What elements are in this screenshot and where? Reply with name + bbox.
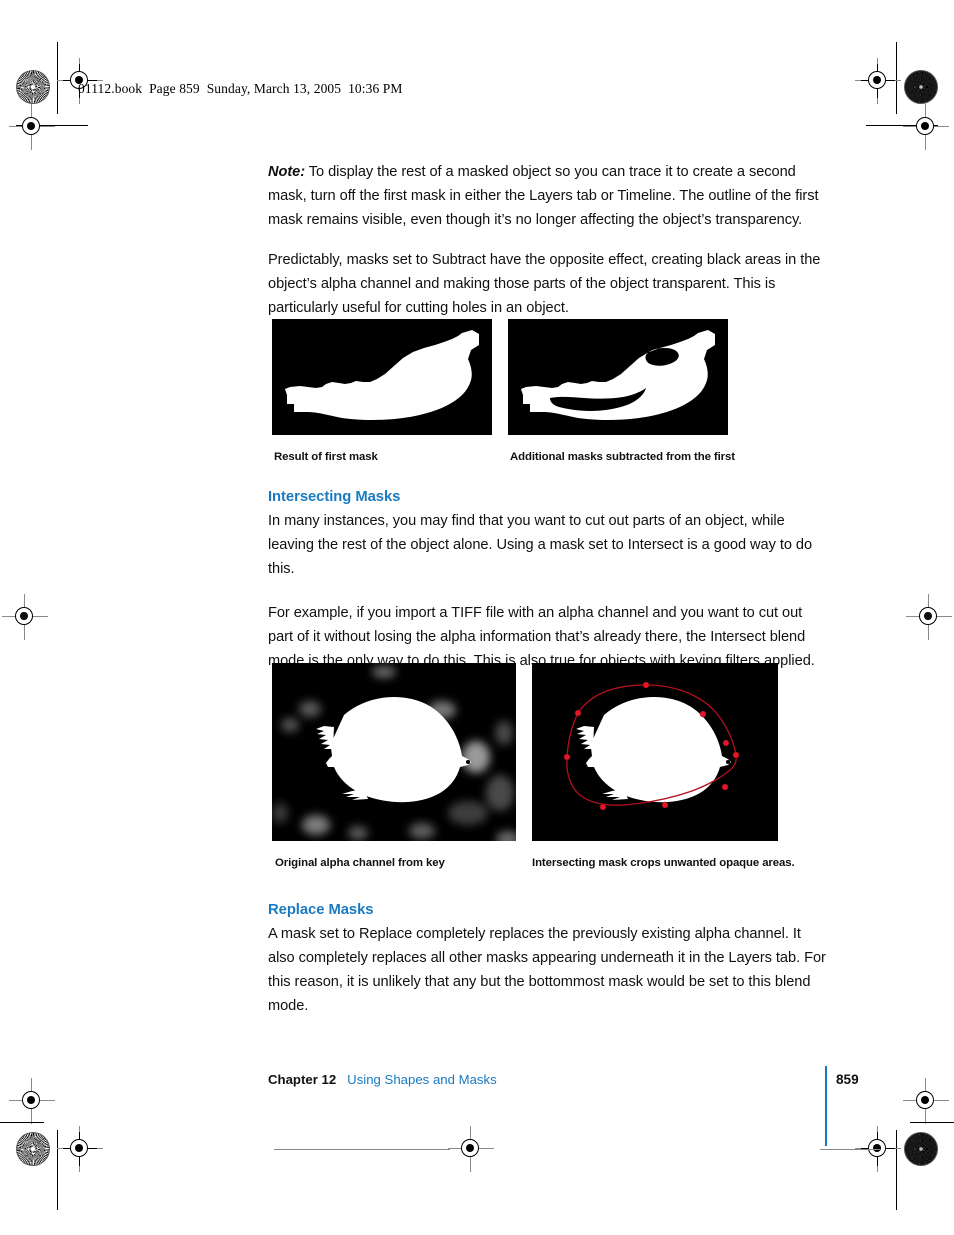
registration-crosshair-lower-left-corner xyxy=(9,1078,55,1124)
figure-intersecting-mask-crop: Intersecting mask crops unwanted opaque … xyxy=(532,663,795,869)
figure-caption: Intersecting mask crops unwanted opaque … xyxy=(532,857,795,869)
intersecting-mask-overlay xyxy=(532,663,778,841)
registration-starburst-top-right xyxy=(904,70,938,104)
registration-starburst-bottom-right xyxy=(904,1132,938,1166)
paragraph-note: Note: To display the rest of a masked ob… xyxy=(268,160,826,232)
note-body-text: To display the rest of a masked object s… xyxy=(268,164,819,228)
registration-crosshair-mid-right xyxy=(906,594,952,640)
document-page: 01112.book Page 859 Sunday, March 13, 20… xyxy=(0,0,954,1235)
footer-rule xyxy=(825,1066,827,1146)
heading-replace-masks: Replace Masks xyxy=(268,902,374,918)
page-footer: Chapter 12 Using Shapes and Masks xyxy=(268,1072,497,1090)
figure-original-alpha-channel: Original alpha channel from key xyxy=(272,663,516,869)
figure-caption: Result of first mask xyxy=(274,451,378,463)
paragraph-replace-1: A mask set to Replace completely replace… xyxy=(268,926,826,1014)
trim-mark-horizontal-bottom-left xyxy=(0,1122,44,1123)
registration-crosshair-bottom-left xyxy=(57,1126,103,1172)
trim-mark-horizontal-bottom-right xyxy=(910,1122,954,1123)
page-number: 859 xyxy=(836,1072,859,1087)
registration-crosshair-top-right xyxy=(855,58,901,104)
figure-row-subtract-masks: Result of first mask Additional masks su… xyxy=(272,319,735,469)
mask-silhouette-subtracted xyxy=(508,319,728,435)
registration-crosshair-lower-right-corner xyxy=(903,1078,949,1124)
paragraph-subtract: Predictably, masks set to Subtract have … xyxy=(268,252,821,316)
footer-chapter-label: Chapter 12 xyxy=(268,1072,337,1087)
figure-caption: Additional masks subtracted from the fir… xyxy=(510,451,735,463)
page-body-intersecting: Intersecting Masks In many instances, yo… xyxy=(268,486,826,673)
figure-row-intersecting-masks: Original alpha channel from key Intersec… xyxy=(272,663,795,883)
mask-silhouette-first-mask xyxy=(272,319,492,435)
paragraph-intersecting-1: In many instances, you may find that you… xyxy=(268,513,813,577)
registration-starburst-bottom-left xyxy=(16,1132,50,1166)
registration-crosshair-mid-left xyxy=(2,594,48,640)
figure-caption: Original alpha channel from key xyxy=(275,857,445,869)
heading-intersecting-masks: Intersecting Masks xyxy=(268,489,401,505)
registration-crosshair-upper-left-corner xyxy=(9,104,55,150)
registration-crosshair-bottom-center xyxy=(448,1126,494,1172)
registration-line-bottom-center xyxy=(274,1149,450,1150)
file-slug-line: 01112.book Page 859 Sunday, March 13, 20… xyxy=(78,81,403,96)
figure-additional-masks-subtracted: Additional masks subtracted from the fir… xyxy=(508,319,735,463)
page-body-replace: Replace Masks A mask set to Replace comp… xyxy=(268,899,826,1018)
registration-line-bottom-right xyxy=(820,1149,880,1150)
page-body: Note: To display the rest of a masked ob… xyxy=(268,160,826,340)
footer-chapter-title[interactable]: Using Shapes and Masks xyxy=(347,1072,497,1087)
note-label: Note: xyxy=(268,164,306,180)
alpha-channel-fish-key xyxy=(272,663,516,841)
registration-crosshair-upper-right-corner xyxy=(903,104,949,150)
figure-result-of-first-mask: Result of first mask xyxy=(272,319,492,463)
registration-starburst-top-left xyxy=(16,70,50,104)
